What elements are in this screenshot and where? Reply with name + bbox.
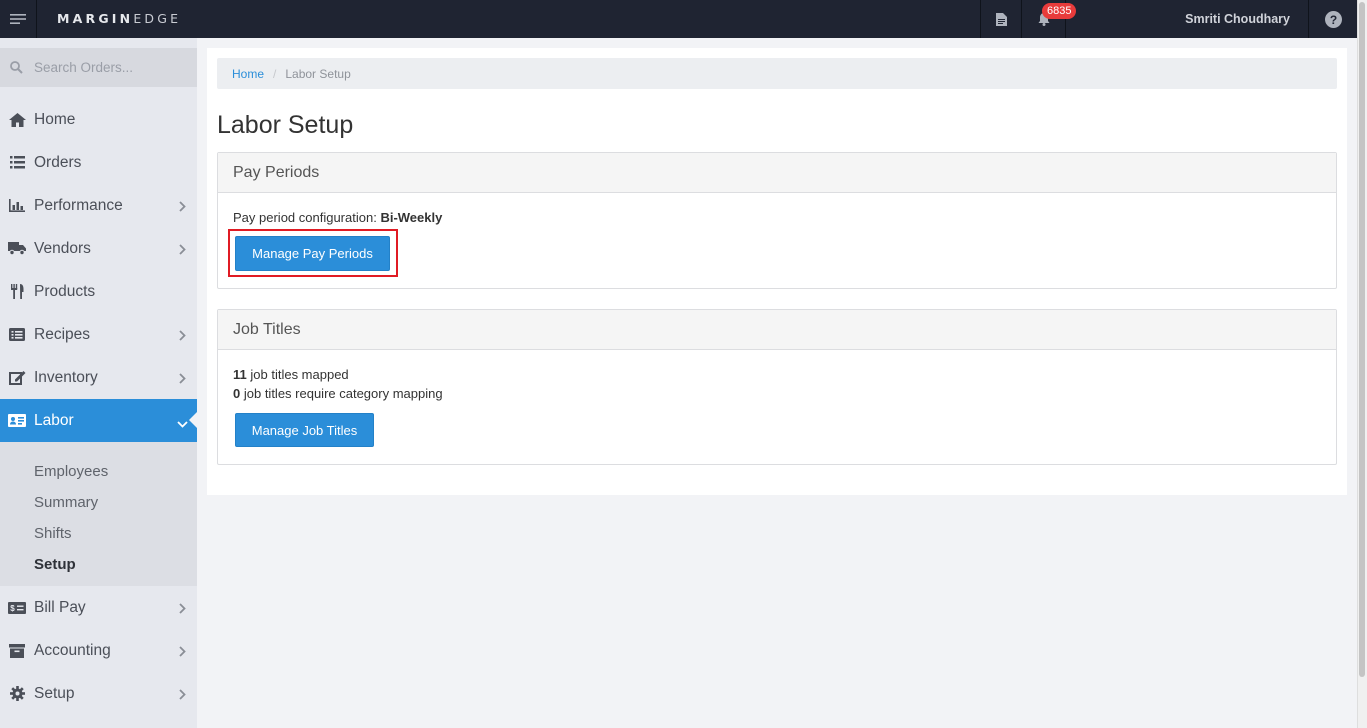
sidebar-item-orders[interactable]: Orders <box>0 141 197 184</box>
search-placeholder: Search Orders... <box>34 60 134 75</box>
id-card-icon <box>8 412 26 430</box>
sidebar-item-accounting[interactable]: Accounting <box>0 629 197 672</box>
sidebar-item-products[interactable]: Products <box>0 270 197 313</box>
notification-count-badge: 6835 <box>1042 3 1077 19</box>
utensils-icon <box>8 283 26 301</box>
pay-periods-heading: Pay Periods <box>218 153 1336 193</box>
document-icon[interactable] <box>980 0 1021 38</box>
unmapped-text: job titles require category mapping <box>243 386 443 401</box>
money-icon: $ <box>8 599 26 617</box>
list-icon <box>8 154 26 172</box>
help-icon[interactable]: ? <box>1308 0 1357 38</box>
sidebar-item-label: Orders <box>34 153 82 171</box>
breadcrumb-home-link[interactable]: Home <box>232 67 264 81</box>
sidebar-item-label: Home <box>34 110 76 128</box>
home-icon <box>8 111 26 129</box>
search-orders-input[interactable]: Search Orders... <box>0 48 197 87</box>
user-menu[interactable]: Smriti Choudhary <box>1065 0 1308 38</box>
chevron-right-icon <box>179 644 186 662</box>
gear-icon <box>8 685 26 703</box>
sidebar-item-label: Setup <box>34 684 75 702</box>
labor-submenu: Employees Summary Shifts Setup <box>0 442 197 586</box>
search-icon <box>10 61 23 74</box>
highlight-box <box>228 229 398 277</box>
job-titles-unmapped-line: 0 job titles require category mapping <box>233 386 443 401</box>
svg-text:$: $ <box>10 604 15 613</box>
mapped-count: 11 <box>233 367 247 382</box>
truck-icon <box>8 240 26 258</box>
pay-period-config-value: Bi-Weekly <box>380 210 443 225</box>
user-name[interactable]: Smriti Choudhary <box>1185 12 1290 26</box>
breadcrumb-current: Labor Setup <box>285 66 351 81</box>
app-logo[interactable]: MARGINEDGE <box>57 11 181 26</box>
top-bar: MARGINEDGE Smriti Choudhary ? <box>0 0 1357 38</box>
submenu-item-summary[interactable]: Summary <box>34 494 98 511</box>
mapped-text: job titles mapped <box>250 367 349 382</box>
sidebar-item-bill-pay[interactable]: $ Bill Pay <box>0 586 197 629</box>
job-titles-mapped-line: 11 job titles mapped <box>233 367 349 382</box>
sidebar-item-home[interactable]: Home <box>0 98 197 141</box>
chevron-right-icon <box>179 328 186 346</box>
pay-period-config-line: Pay period configuration: Bi-Weekly <box>233 210 442 225</box>
pay-period-config-label: Pay period configuration: <box>233 210 377 225</box>
archive-icon <box>8 642 26 660</box>
submenu-item-setup[interactable]: Setup <box>34 556 76 573</box>
chevron-right-icon <box>179 601 186 619</box>
chevron-right-icon <box>179 371 186 389</box>
page-title: Labor Setup <box>217 111 354 139</box>
chevron-down-icon <box>177 415 188 433</box>
breadcrumb: Home / Labor Setup <box>217 58 1337 89</box>
job-titles-card: Job Titles 11 job titles mapped 0 job ti… <box>217 309 1337 465</box>
submenu-item-employees[interactable]: Employees <box>34 463 108 480</box>
sidebar-item-label: Bill Pay <box>34 598 86 616</box>
sidebar-item-label: Inventory <box>34 368 98 386</box>
sidebar-item-inventory[interactable]: Inventory <box>0 356 197 399</box>
sidebar: Search Orders... Home Orders Performance… <box>0 38 197 728</box>
sidebar-item-label: Performance <box>34 196 123 214</box>
recipe-card-icon <box>8 326 26 344</box>
breadcrumb-separator: / <box>273 66 277 81</box>
job-titles-heading: Job Titles <box>218 310 1336 350</box>
chevron-right-icon <box>179 242 186 260</box>
menu-toggle-icon[interactable] <box>0 0 37 38</box>
chevron-right-icon <box>179 687 186 705</box>
sidebar-item-performance[interactable]: Performance <box>0 184 197 227</box>
svg-text:?: ? <box>1329 13 1336 27</box>
manage-job-titles-button[interactable]: Manage Job Titles <box>235 413 374 447</box>
sidebar-item-vendors[interactable]: Vendors <box>0 227 197 270</box>
chevron-right-icon <box>179 199 186 217</box>
sidebar-item-label: Vendors <box>34 239 91 257</box>
sidebar-item-label: Products <box>34 282 96 300</box>
sidebar-item-setup[interactable]: Setup <box>0 672 197 715</box>
sidebar-item-labor[interactable]: Labor <box>0 399 197 442</box>
unmapped-count: 0 <box>233 386 241 401</box>
sidebar-item-recipes[interactable]: Recipes <box>0 313 197 356</box>
sidebar-item-label: Labor <box>34 411 74 429</box>
sidebar-item-label: Accounting <box>34 641 111 659</box>
scrollbar-thumb[interactable] <box>1359 2 1365 677</box>
submenu-item-shifts[interactable]: Shifts <box>34 525 72 542</box>
sidebar-item-label: Recipes <box>34 325 90 343</box>
bar-chart-icon <box>8 197 26 215</box>
edit-icon <box>8 369 26 387</box>
